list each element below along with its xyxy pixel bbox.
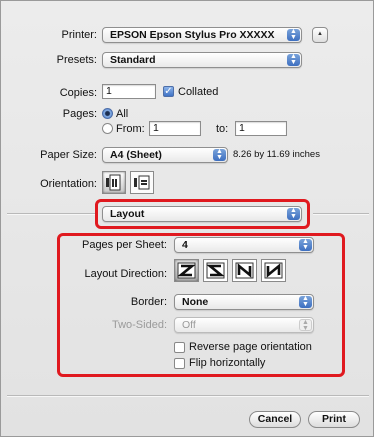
copies-value: 1 — [106, 85, 112, 97]
section-highlight — [95, 199, 310, 229]
pages-to-value: 1 — [239, 122, 245, 134]
presets-value: Standard — [110, 54, 156, 66]
popup-arrows-icon: ▲ ▼ — [287, 53, 300, 66]
printer-value: EPSON Epson Stylus Pro XXXXX — [110, 29, 275, 41]
paper-size-label: Paper Size: — [40, 149, 97, 161]
pages-to-label: to: — [216, 123, 229, 135]
separator — [7, 213, 95, 215]
popup-arrows-icon: ▲ ▼ — [213, 148, 226, 161]
cancel-button[interactable]: Cancel — [249, 411, 301, 428]
collated-label: Collated — [178, 86, 219, 98]
portrait-icon — [106, 174, 121, 191]
disclosure-button[interactable]: ▲ — [312, 27, 328, 43]
paper-size-value: A4 (Sheet) — [110, 149, 162, 161]
layout-highlight — [57, 233, 345, 377]
print-button[interactable]: Print — [308, 411, 360, 428]
pages-label: Pages: — [62, 108, 97, 120]
pages-from-label: From: — [116, 123, 145, 135]
landscape-icon — [134, 175, 150, 190]
paper-size-popup[interactable]: A4 (Sheet) ▲ ▼ — [102, 147, 228, 163]
orientation-label: Orientation: — [40, 178, 97, 190]
presets-popup[interactable]: Standard ▲ ▼ — [102, 52, 302, 68]
pages-from-value: 1 — [153, 122, 159, 134]
copies-field[interactable]: 1 — [102, 84, 156, 99]
print-dialog: Printer: EPSON Epson Stylus Pro XXXXX ▲ ▼… — [0, 0, 374, 437]
pages-from-radio[interactable] — [102, 123, 113, 134]
pages-all-radio[interactable] — [102, 108, 113, 119]
separator — [313, 213, 369, 215]
triangle-up-icon: ▲ — [317, 31, 323, 37]
orientation-portrait-button[interactable] — [102, 171, 126, 194]
pages-to-field[interactable]: 1 — [235, 121, 287, 136]
orientation-landscape-button[interactable] — [130, 171, 154, 194]
pages-all-label: All — [116, 108, 129, 120]
collated-checkbox[interactable]: ✓ — [163, 86, 174, 97]
paper-dimensions: 8.26 by 11.69 inches — [233, 149, 320, 160]
separator — [7, 395, 369, 397]
printer-popup[interactable]: EPSON Epson Stylus Pro XXXXX ▲ ▼ — [102, 27, 302, 43]
popup-arrows-icon: ▲ ▼ — [287, 28, 300, 41]
printer-label: Printer: — [61, 29, 97, 41]
presets-label: Presets: — [56, 54, 97, 66]
copies-label: Copies: — [59, 87, 97, 99]
pages-from-field[interactable]: 1 — [149, 121, 201, 136]
